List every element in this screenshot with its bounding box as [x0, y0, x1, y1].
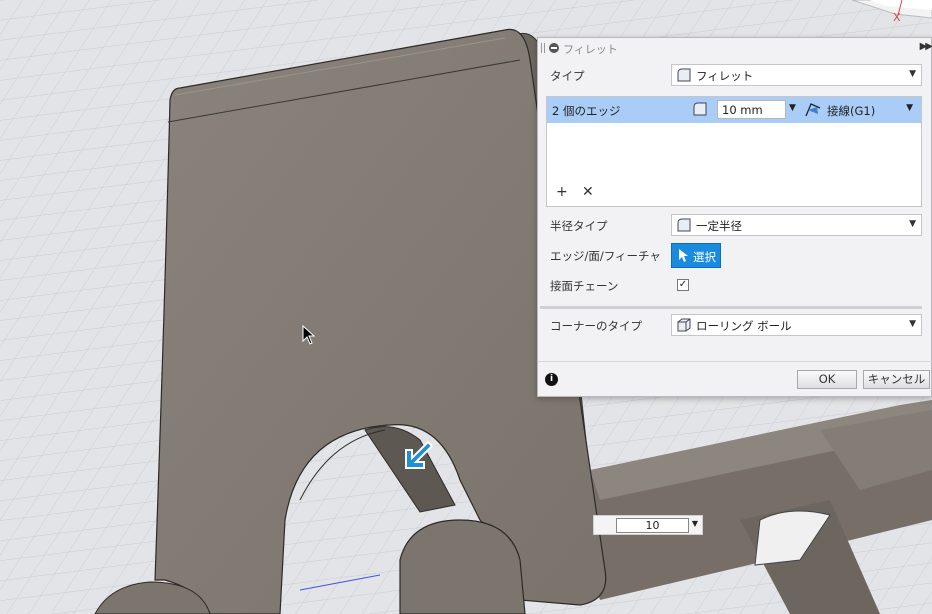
constant-radius-icon	[677, 218, 691, 232]
chevron-down-icon: ▼	[909, 319, 916, 329]
axis-x-label: X	[893, 11, 901, 24]
radius-dropdown-icon[interactable]: ▼	[789, 103, 796, 113]
manipulator-radius-input[interactable]: 10	[616, 518, 689, 533]
footer-divider	[538, 361, 932, 362]
edge-count-label: 2 個のエッジ	[552, 104, 621, 118]
dialog-title: フィレット	[563, 43, 618, 56]
type-dropdown[interactable]: フィレット ▼	[671, 64, 922, 86]
divider	[540, 306, 922, 309]
tangent-continuity-icon	[805, 103, 821, 117]
edge-selection-row[interactable]: 2 個のエッジ 10 mm ▼ 接線(G1) ▼	[547, 97, 921, 123]
chevron-down-icon: ▼	[909, 69, 916, 79]
continuity-dropdown-icon[interactable]: ▼	[906, 103, 913, 113]
ok-button[interactable]: OK	[797, 370, 857, 389]
tangent-chain-label: 接面チェーン	[550, 279, 619, 293]
select-button[interactable]: 選択	[671, 243, 721, 268]
collapse-icon[interactable]	[549, 43, 559, 53]
radius-input[interactable]: 10 mm	[717, 100, 786, 119]
continuity-value[interactable]: 接線(G1)	[827, 103, 875, 119]
dialog-titlebar[interactable]: フィレット ▶▶	[538, 38, 932, 58]
manipulator-value-box: 10 ▼	[593, 515, 703, 535]
manipulator-dropdown-icon[interactable]: ▼	[692, 519, 698, 528]
chevron-down-icon: ▼	[909, 219, 916, 229]
corner-type-value: ローリング ボール	[696, 319, 792, 333]
expand-panel-icon[interactable]: ▶▶	[920, 41, 932, 52]
corner-type-label: コーナーのタイプ	[550, 319, 642, 333]
radius-type-label: 半径タイプ	[550, 219, 608, 233]
tangent-chain-checkbox[interactable]: ✓	[677, 279, 689, 291]
corner-type-dropdown[interactable]: ローリング ボール ▼	[671, 314, 922, 336]
info-icon[interactable]: i	[545, 373, 558, 386]
add-edge-set-icon[interactable]: +	[556, 184, 568, 200]
edges-faces-label: エッジ/面/フィーチャ	[550, 249, 661, 263]
remove-edge-set-icon[interactable]: ✕	[582, 184, 594, 200]
type-value: フィレット	[696, 69, 754, 83]
fillet-radius-icon	[693, 102, 707, 116]
type-label: タイプ	[550, 69, 585, 83]
rolling-ball-icon	[677, 318, 691, 332]
drag-grip-icon[interactable]	[541, 43, 545, 53]
select-button-label: 選択	[693, 250, 716, 264]
pointer-icon	[679, 249, 688, 262]
fillet-type-icon	[677, 68, 691, 82]
radius-type-dropdown[interactable]: 一定半径 ▼	[671, 214, 922, 236]
cancel-button[interactable]: キャンセル	[863, 370, 930, 389]
radius-type-value: 一定半径	[696, 219, 742, 233]
